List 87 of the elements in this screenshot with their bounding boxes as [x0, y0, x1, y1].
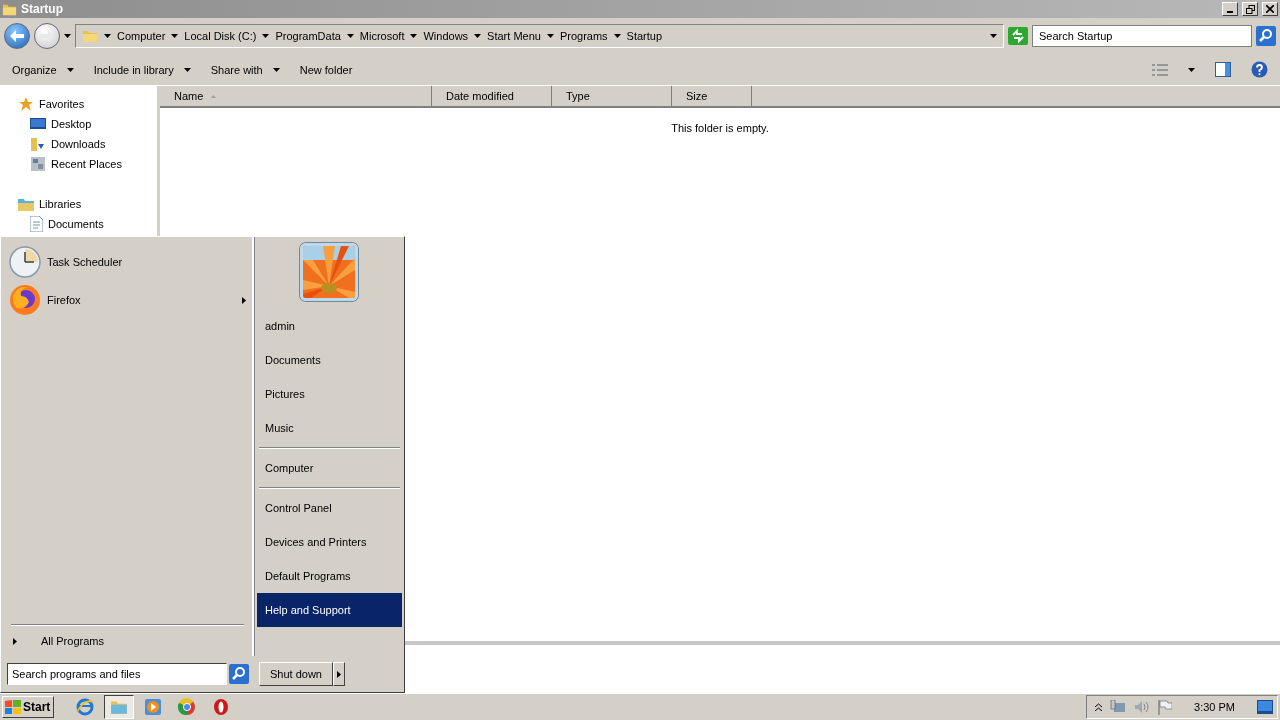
forward-button[interactable] — [34, 23, 60, 49]
recent-places-icon — [30, 156, 46, 172]
pane-icon — [1215, 62, 1231, 77]
toolbar-command[interactable]: New folder — [299, 63, 353, 76]
nav-item[interactable]: Downloads — [18, 134, 157, 154]
caret-icon — [262, 34, 270, 38]
star-icon — [18, 96, 34, 112]
breadcrumb[interactable]: Startup — [626, 30, 663, 42]
caret-icon — [990, 34, 997, 38]
preview-pane-button[interactable] — [1215, 62, 1231, 77]
back-arrow-icon — [10, 30, 24, 42]
toolbar-command[interactable]: Share with — [210, 63, 280, 76]
start-menu-link[interactable]: Music — [257, 411, 402, 445]
caret-icon — [346, 34, 354, 38]
nav-item[interactable]: Recent Places — [18, 154, 157, 174]
help-icon — [1251, 61, 1268, 78]
breadcrumb[interactable]: Microsoft — [359, 30, 405, 42]
empty-folder-message: This folder is empty. — [671, 122, 769, 134]
caret-icon — [104, 34, 111, 38]
nav-group[interactable]: Favorites — [18, 94, 157, 114]
refresh-icon — [1008, 27, 1028, 45]
search-icon — [229, 664, 249, 684]
breadcrumb[interactable]: Local Disk (C:) — [184, 30, 257, 42]
restore-icon — [1245, 4, 1255, 14]
help-button[interactable] — [1251, 61, 1268, 78]
nav-item[interactable]: Documents — [18, 214, 157, 234]
nav-group[interactable]: Libraries — [18, 194, 157, 214]
shut-down-options-button[interactable] — [333, 662, 345, 686]
window-title: Startup — [21, 2, 64, 16]
monitor-icon — [30, 117, 46, 131]
breadcrumb[interactable]: ProgramData — [275, 30, 341, 42]
clock-icon — [9, 246, 41, 278]
shut-down-button[interactable]: Shut down — [259, 662, 333, 686]
library-icon — [18, 197, 34, 211]
refresh-button[interactable] — [1008, 27, 1028, 45]
network-icon[interactable] — [1110, 699, 1127, 715]
start-menu-link[interactable]: Documents — [257, 343, 402, 377]
back-button[interactable] — [4, 23, 30, 49]
address-dropdown[interactable] — [990, 34, 997, 38]
clock[interactable]: 3:30 PM — [1194, 701, 1235, 713]
start-menu-link[interactable]: Default Programs — [257, 559, 402, 593]
taskbar-app[interactable] — [104, 695, 134, 719]
breadcrumb[interactable]: Computer — [117, 30, 166, 42]
breadcrumb[interactable]: Windows — [423, 30, 469, 42]
program-search-field[interactable]: Search programs and files — [7, 663, 227, 685]
chevron-up-icon[interactable] — [1095, 703, 1103, 711]
toolbar-command[interactable]: Organize — [12, 63, 74, 76]
restore-button[interactable] — [1242, 2, 1258, 16]
start-menu-link[interactable]: Pictures — [257, 377, 402, 411]
caret-icon — [546, 34, 554, 38]
search-button[interactable] — [229, 664, 249, 684]
minimize-button[interactable] — [1222, 2, 1238, 16]
nav-item[interactable]: Desktop — [18, 114, 157, 134]
start-button[interactable]: Start — [2, 696, 54, 718]
caret-icon — [1188, 67, 1195, 72]
caret-icon — [410, 34, 418, 38]
arrow-icon — [13, 637, 17, 645]
all-programs-item[interactable]: All Programs — [9, 626, 246, 656]
search-icon — [1256, 26, 1276, 46]
browser-icon — [76, 698, 94, 716]
caret-icon — [613, 34, 621, 38]
toolbar-command[interactable]: Include in library — [93, 63, 191, 76]
flag-icon[interactable] — [1158, 699, 1173, 715]
media-player-icon — [144, 698, 162, 716]
arrow-icon — [337, 670, 341, 678]
caret-icon — [64, 34, 71, 38]
start-menu-link[interactable]: Control Panel — [257, 491, 402, 525]
caret-icon — [474, 34, 482, 38]
search-field[interactable]: Search Startup — [1032, 25, 1252, 47]
caret-icon — [171, 34, 179, 38]
view-dropdown[interactable] — [1188, 67, 1195, 72]
start-menu-link[interactable]: Help and Support — [257, 593, 402, 627]
close-icon — [1266, 5, 1274, 13]
start-menu-link[interactable]: admin — [257, 309, 402, 343]
windows-logo-icon — [5, 700, 21, 714]
breadcrumb[interactable]: Programs — [559, 30, 608, 42]
start-menu-link[interactable]: Devices and Printers — [257, 525, 402, 559]
breadcrumb[interactable]: Start Menu — [487, 30, 541, 42]
details-view-icon — [1152, 63, 1168, 76]
program-item[interactable]: Task Scheduler — [9, 243, 246, 281]
document-icon — [30, 216, 43, 232]
history-dropdown[interactable] — [64, 34, 71, 38]
start-menu-link[interactable]: Computer — [257, 451, 402, 485]
address-bar[interactable]: Computer Local Disk (C:) ProgramData Microsoft Windows Start Menu Programs Startup — [75, 24, 1004, 48]
close-button[interactable] — [1262, 2, 1278, 16]
search-button[interactable] — [1256, 26, 1276, 46]
program-item[interactable]: Firefox — [9, 281, 246, 319]
